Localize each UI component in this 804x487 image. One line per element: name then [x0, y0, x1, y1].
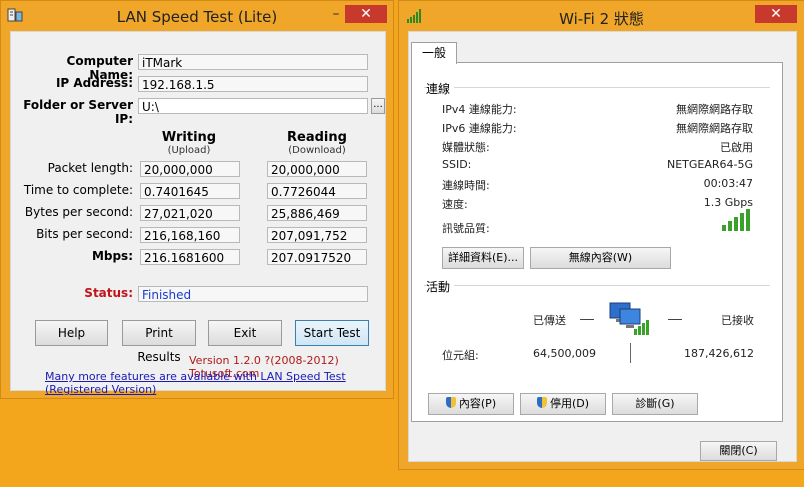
- close-button[interactable]: ✕: [345, 5, 387, 23]
- writing-label: Writing: [161, 130, 217, 145]
- lan-speed-test-window: LAN Speed Test (Lite) – ✕ Computer Name:…: [0, 0, 394, 399]
- lan-client-area: Computer Name: iTMark IP Address: 192.16…: [10, 31, 386, 396]
- received-dash: [668, 319, 682, 320]
- wifi-title-bar[interactable]: Wi-Fi 2 狀態 ✕: [399, 1, 804, 31]
- ip-address-field: 192.168.1.5: [138, 76, 368, 92]
- connection-group-title: 連線: [426, 80, 455, 97]
- writing-bits-per-second: 216,168,160: [140, 227, 240, 243]
- folder-label: Folder or Server IP:: [23, 98, 133, 126]
- computer-name-field: iTMark: [138, 54, 368, 70]
- general-panel: 連線 IPv4 連線能力: 無網際網路存取 IPv6 連線能力: 無網際網路存取…: [411, 62, 783, 422]
- wifi-status-window: Wi-Fi 2 狀態 ✕ 一般 連線 IPv4 連線能力: 無網際網路存取 IP…: [398, 0, 804, 470]
- reading-bits-per-second: 207,091,752: [267, 227, 367, 243]
- properties-button-label: 內容(P): [458, 397, 497, 410]
- download-label: (Download): [288, 145, 346, 156]
- diagnose-button[interactable]: 診斷(G): [612, 393, 698, 415]
- disable-button[interactable]: 停用(D): [520, 393, 606, 415]
- packet-length-label: Packet length:: [47, 161, 133, 175]
- signal-quality-label: 訊號品質:: [442, 222, 490, 235]
- upload-label: (Upload): [167, 145, 211, 156]
- writing-bytes-per-second: 27,021,020: [140, 205, 240, 221]
- sent-label: 已傳送: [533, 314, 566, 327]
- exit-button[interactable]: Exit: [208, 320, 282, 346]
- shield-icon: [445, 397, 456, 408]
- mbps-label: Mbps:: [91, 249, 133, 263]
- reading-mbps: 207.0917520: [267, 249, 367, 265]
- ipv4-value: 無網際網路存取: [676, 103, 753, 116]
- disable-button-label: 停用(D): [549, 397, 590, 410]
- help-button[interactable]: Help: [35, 320, 108, 346]
- tab-general[interactable]: 一般: [411, 42, 457, 64]
- wireless-properties-button[interactable]: 無線內容(W): [530, 247, 671, 269]
- time-to-complete-label: Time to complete:: [23, 183, 133, 197]
- reading-label: Reading: [287, 130, 347, 145]
- registered-version-link[interactable]: Many more features are available with LA…: [45, 370, 385, 396]
- ip-address-label: IP Address:: [55, 76, 133, 90]
- bits-per-second-label: Bits per second:: [36, 227, 133, 241]
- reading-time-to-complete: 0.7726044: [267, 183, 367, 199]
- reading-column-header: Reading (Download): [267, 130, 367, 156]
- connection-group: [424, 87, 770, 88]
- browse-button[interactable]: ...: [371, 98, 385, 114]
- wifi-window-title: Wi-Fi 2 狀態: [559, 10, 644, 28]
- wifi-client-area: 一般 連線 IPv4 連線能力: 無網際網路存取 IPv6 連線能力: 無網際網…: [408, 31, 797, 462]
- ipv4-label: IPv4 連線能力:: [442, 103, 517, 116]
- start-test-button[interactable]: Start Test: [295, 320, 369, 346]
- writing-packet-length: 20,000,000: [140, 161, 240, 177]
- reading-packet-length: 20,000,000: [267, 161, 367, 177]
- details-button[interactable]: 詳細資料(E)...: [442, 247, 524, 269]
- network-computers-icon: [608, 299, 654, 339]
- writing-column-header: Writing (Upload): [139, 130, 239, 156]
- status-field: Finished: [138, 286, 368, 302]
- bytes-sent-value: 64,500,009: [533, 347, 596, 360]
- writing-time-to-complete: 0.7401645: [140, 183, 240, 199]
- duration-label: 連線時間:: [442, 179, 490, 192]
- close-dialog-button[interactable]: 關閉(C): [700, 441, 777, 461]
- ssid-value: NETGEAR64-5G: [666, 158, 753, 171]
- speed-value: 1.3 Gbps: [703, 196, 753, 209]
- speed-label: 速度:: [442, 198, 468, 211]
- sent-dash: [580, 319, 594, 320]
- bytes-label: 位元組:: [442, 349, 479, 362]
- activity-group: [424, 285, 770, 286]
- received-label: 已接收: [721, 314, 754, 327]
- properties-button[interactable]: 內容(P): [428, 393, 514, 415]
- shield-icon: [536, 397, 547, 408]
- signal-strength-icon: [722, 209, 752, 231]
- print-results-button[interactable]: Print Results: [122, 320, 196, 364]
- duration-value: 00:03:47: [703, 177, 753, 190]
- wifi-close-button[interactable]: ✕: [755, 5, 797, 23]
- desktop: { "lan": { "title": "LAN Speed Test (Lit…: [0, 0, 804, 487]
- activity-group-title: 活動: [426, 278, 455, 295]
- ssid-label: SSID:: [442, 158, 472, 171]
- media-state-label: 媒體狀態:: [442, 141, 490, 154]
- ipv6-value: 無網際網路存取: [676, 122, 753, 135]
- folder-input[interactable]: U:\: [138, 98, 368, 114]
- title-bar[interactable]: LAN Speed Test (Lite) – ✕: [1, 1, 393, 31]
- bytes-per-second-label: Bytes per second:: [24, 205, 133, 219]
- bytes-received-value: 187,426,612: [684, 347, 754, 360]
- reading-bytes-per-second: 25,886,469: [267, 205, 367, 221]
- media-state-value: 已啟用: [720, 141, 753, 154]
- writing-mbps: 216.1681600: [140, 249, 240, 265]
- activity-divider: [630, 343, 631, 363]
- ipv6-label: IPv6 連線能力:: [442, 122, 517, 135]
- status-label: Status:: [84, 286, 133, 300]
